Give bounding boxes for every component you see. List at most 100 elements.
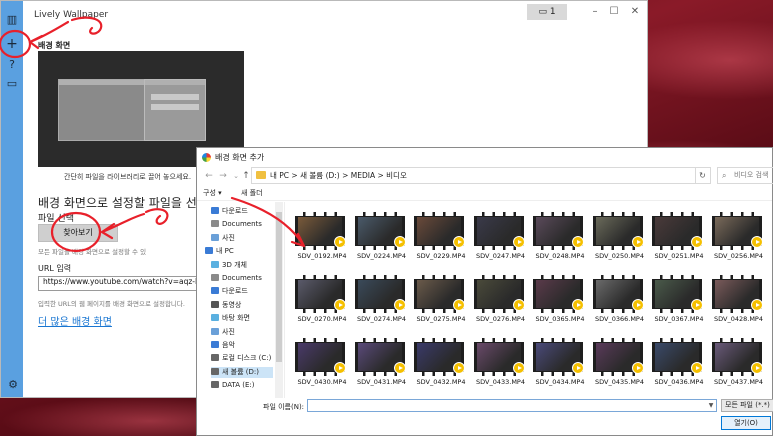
close-button[interactable]: ✕ xyxy=(625,4,645,20)
chat-icon[interactable]: ▭ xyxy=(5,77,19,91)
forward-icon[interactable]: → xyxy=(217,170,229,182)
folder-icon xyxy=(256,171,266,179)
file-item[interactable]: SDV_0276.MP4 xyxy=(470,275,528,332)
file-item[interactable]: SDV_0365.MP4 xyxy=(529,275,587,332)
play-icon xyxy=(334,236,346,248)
open-button[interactable]: 열기(O) xyxy=(721,416,771,430)
drop-caption: 간단히 파일을 라이브러리로 끌어 놓으세요. xyxy=(64,173,192,181)
file-item[interactable]: SDV_0247.MP4 xyxy=(470,212,528,269)
play-icon xyxy=(512,362,525,374)
nav-item[interactable]: 다운로드 xyxy=(211,206,273,217)
video-thumbnail xyxy=(414,275,465,313)
nav-item[interactable]: 음악 xyxy=(211,340,273,351)
more-wallpapers-link[interactable]: 더 많은 배경 화면 xyxy=(38,313,112,328)
file-item[interactable]: SDV_0436.MP4 xyxy=(648,338,706,395)
window-title: Lively Wallpaper xyxy=(34,10,109,20)
file-name: SDV_0431.MP4 xyxy=(357,378,406,386)
play-icon xyxy=(631,299,644,311)
refresh-icon[interactable]: ↻ xyxy=(695,168,709,183)
file-name: SDV_0275.MP4 xyxy=(416,315,466,323)
file-item[interactable]: SDV_0270.MP4 xyxy=(291,275,349,332)
organize-button[interactable]: 구성 ▾ xyxy=(203,188,222,198)
folder-icon xyxy=(211,367,219,375)
file-item[interactable]: SDV_0248.MP4 xyxy=(529,212,587,269)
play-icon xyxy=(691,236,703,248)
nav-item[interactable]: DATA (E:) xyxy=(211,380,273,391)
file-name: SDV_0365.MP4 xyxy=(535,315,585,323)
file-item[interactable]: SDV_0192.MP4 xyxy=(291,212,349,269)
file-item[interactable]: SDV_0434.MP4 xyxy=(529,338,587,395)
file-item[interactable]: SDV_0432.MP4 xyxy=(410,338,468,395)
file-item[interactable]: SDV_0435.MP4 xyxy=(589,338,647,395)
nav-item[interactable]: Documents xyxy=(211,219,273,230)
file-item[interactable]: SDV_0367.MP4 xyxy=(648,275,706,332)
file-item[interactable]: SDV_0256.MP4 xyxy=(708,212,766,269)
new-folder-button[interactable]: 새 폴더 xyxy=(241,188,263,198)
video-thumbnail xyxy=(295,275,346,313)
file-item[interactable]: SDV_0275.MP4 xyxy=(410,275,468,332)
chevron-down-icon[interactable]: ▼ xyxy=(706,400,716,411)
url-label: URL 입력 xyxy=(38,264,72,273)
url-input[interactable]: https://www.youtube.com/watch?v=aqz-KE- xyxy=(38,276,201,291)
file-item[interactable]: SDV_0250.MP4 xyxy=(589,212,647,269)
file-item[interactable]: SDV_0366.MP4 xyxy=(589,275,647,332)
maximize-button[interactable]: ☐ xyxy=(604,4,624,20)
back-icon[interactable]: ← xyxy=(203,170,215,182)
folder-icon xyxy=(211,260,219,268)
file-item[interactable]: SDV_0274.MP4 xyxy=(351,275,409,332)
help-icon[interactable]: ? xyxy=(5,58,19,72)
play-icon xyxy=(631,236,644,248)
nav-item[interactable]: 사진 xyxy=(211,233,273,244)
nav-rail: ▥ + ? ▭ ⚙ xyxy=(1,1,23,397)
file-item[interactable]: SDV_0431.MP4 xyxy=(351,338,409,395)
nav-item[interactable]: 3D 개체 xyxy=(211,260,273,271)
file-name: SDV_0270.MP4 xyxy=(297,315,347,323)
nav-item-label: 내 PC xyxy=(216,247,234,256)
file-item[interactable]: SDV_0224.MP4 xyxy=(351,212,409,269)
file-item[interactable]: SDV_0437.MP4 xyxy=(708,338,766,395)
video-thumbnail xyxy=(592,338,644,376)
filename-input[interactable] xyxy=(307,399,717,412)
nav-item-label: Documents xyxy=(222,274,262,282)
search-input[interactable]: ⌕ 비디오 검색 xyxy=(717,167,773,184)
section-title: 배경 화면 xyxy=(38,41,71,50)
address-bar[interactable]: 내 PC > 새 볼륨 (D:) > MEDIA > 비디오 xyxy=(251,167,711,184)
play-icon xyxy=(512,299,525,311)
nav-item[interactable]: 내 PC xyxy=(205,246,273,257)
folder-icon xyxy=(211,287,219,295)
file-item[interactable]: SDV_0428.MP4 xyxy=(708,275,766,332)
monitor-select-button[interactable]: ▭ 1 xyxy=(527,4,567,20)
file-item[interactable]: SDV_0433.MP4 xyxy=(470,338,528,395)
add-wallpaper-dialog: 배경 화면 추가 ← → ⌄ ↑ 내 PC > 새 볼륨 (D:) > MEDI… xyxy=(196,147,773,436)
file-item[interactable]: SDV_0251.MP4 xyxy=(648,212,706,269)
url-note: 입력한 URL의 웹 페이지를 배경 화면으로 설정합니다. xyxy=(38,300,185,308)
nav-scrollbar[interactable] xyxy=(275,202,283,398)
nav-item[interactable]: 로컬 디스크 (C:) xyxy=(211,353,273,364)
gear-icon[interactable]: ⚙ xyxy=(6,378,20,392)
address-path: 내 PC > 새 볼륨 (D:) > MEDIA > 비디오 xyxy=(270,171,407,180)
navigation-pane: 다운로드 Documents 사진 내 PC 3D 개체 Documents 다운로드 동영상… xyxy=(197,202,285,398)
nav-item[interactable]: 바탕 화면 xyxy=(211,313,273,324)
nav-item[interactable]: 새 볼륨 (D:) xyxy=(211,366,273,378)
minimize-button[interactable]: – xyxy=(585,4,605,20)
video-thumbnail xyxy=(652,338,703,376)
video-thumbnail xyxy=(533,275,584,313)
add-icon[interactable]: + xyxy=(5,37,19,51)
video-thumbnail xyxy=(414,212,465,250)
video-thumbnail xyxy=(711,212,763,250)
preview-window xyxy=(144,79,206,141)
library-icon[interactable]: ▥ xyxy=(5,13,19,27)
file-type-filter[interactable]: 모든 파일 (*.*) xyxy=(721,399,773,412)
nav-item[interactable]: 동영상 xyxy=(211,300,273,311)
nav-item[interactable]: Documents xyxy=(211,273,273,284)
file-item[interactable]: SDV_0229.MP4 xyxy=(410,212,468,269)
play-icon xyxy=(453,362,465,374)
file-item[interactable]: SDV_0430.MP4 xyxy=(291,338,349,395)
folder-icon xyxy=(211,327,219,335)
browse-button[interactable]: 찾아보기 xyxy=(38,224,118,242)
nav-item[interactable]: 사진 xyxy=(211,327,273,338)
play-icon xyxy=(691,299,703,311)
video-thumbnail xyxy=(354,338,406,376)
play-icon xyxy=(572,236,584,248)
nav-item[interactable]: 다운로드 xyxy=(211,286,273,297)
